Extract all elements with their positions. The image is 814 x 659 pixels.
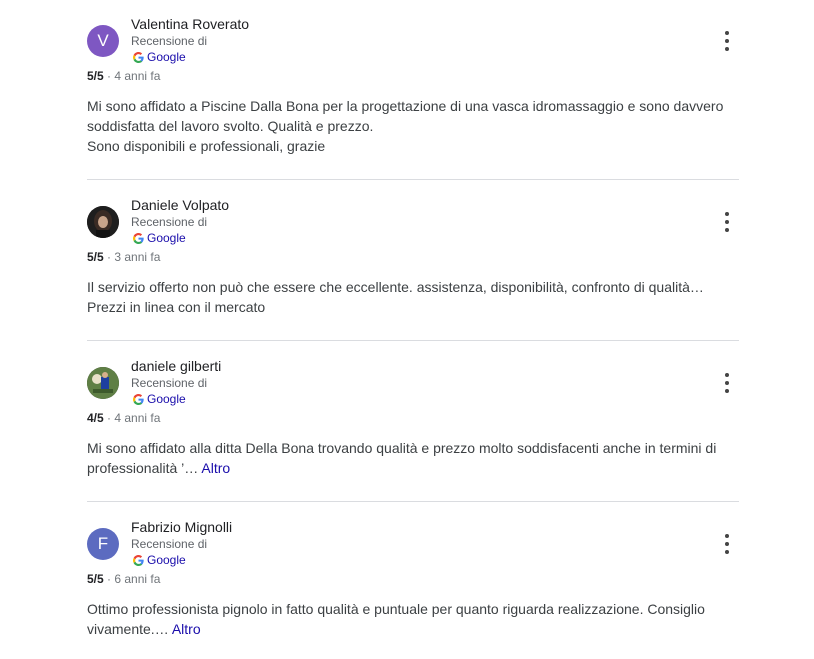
review-text-line: Ottimo professionista pignolo in fatto q… [87,601,705,617]
author-name[interactable]: Valentina Roverato [131,16,249,32]
avatar[interactable]: V [87,25,119,57]
review-source-label: Recensione di [131,34,208,48]
source-name: Google [147,50,186,64]
review-time: 6 anni fa [114,572,161,586]
review-source-label: Recensione di [131,215,208,229]
author-name[interactable]: Fabrizio Mignolli [131,519,232,535]
review-header: V Valentina Roverato Recensione di Google [87,16,739,68]
divider [87,340,739,341]
source-link[interactable]: Google [133,231,186,245]
rating: 5/5 [87,250,104,264]
review-meta: 4/5 · 4 anni fa [87,411,161,425]
google-g-icon [133,393,144,405]
avatar[interactable] [87,206,119,238]
google-g-icon [133,232,144,244]
avatar-initial: V [97,31,109,50]
source-link[interactable]: Google [133,50,186,64]
review-text-line: Mi sono affidato a Piscine Dalla Bona pe… [87,98,724,114]
review-header: Daniele Volpato Recensione di Google [87,197,739,249]
source-name: Google [147,231,186,245]
more-link[interactable]: Altro [201,460,230,476]
author-name[interactable]: daniele gilberti [131,358,221,374]
review-card: F Fabrizio Mignolli Recensione di Google 5/5… [87,519,739,637]
review-text: Ottimo professionista pignolo in fatto q… [87,599,737,639]
review-source-label: Recensione di [131,537,208,551]
review-text: Mi sono affidato a Piscine Dalla Bona pe… [87,96,737,156]
avatar[interactable] [87,367,119,399]
avatar-photo [87,206,119,238]
review-header: daniele gilberti Recensione di Google [87,358,739,410]
review-text-line: Il servizio offerto non può che essere c… [87,279,704,295]
more-vert-icon[interactable] [721,373,733,393]
divider [87,501,739,502]
more-vert-icon[interactable] [721,534,733,554]
review-card: V Valentina Roverato Recensione di Google 5/… [87,16,739,154]
more-vert-icon[interactable] [721,212,733,232]
source-link[interactable]: Google [133,553,186,567]
review-text-line: vivamente.… Altro [87,621,201,637]
review-text-line: Mi sono affidato alla ditta Della Bona t… [87,440,717,456]
review-text-line: Sono disponibili e professionali, grazie [87,138,326,154]
review-text-line: soddisfatta del lavoro svolto. Qualità e… [87,118,374,134]
divider [87,179,739,180]
review-meta: 5/5 · 3 anni fa [87,250,161,264]
review-source-label: Recensione di [131,376,208,390]
source-link[interactable]: Google [133,392,186,406]
rating: 5/5 [87,69,104,83]
rating: 5/5 [87,572,104,586]
review-header: F Fabrizio Mignolli Recensione di Google [87,519,739,571]
google-g-icon [133,51,144,63]
avatar-initial: F [97,534,109,553]
review-text-line: professionalità ’… Altro [87,460,231,476]
review-time: 4 anni fa [114,411,161,425]
review-meta: 5/5 · 4 anni fa [87,69,161,83]
avatar-photo [87,367,119,399]
review-card: daniele gilberti Recensione di Google 4/5 ·… [87,358,739,476]
review-time: 4 anni fa [114,69,161,83]
review-meta: 5/5 · 6 anni fa [87,572,161,586]
author-name[interactable]: Daniele Volpato [131,197,229,213]
avatar[interactable]: F [87,528,119,560]
google-g-icon [133,554,144,566]
more-link[interactable]: Altro [172,621,201,637]
source-name: Google [147,392,186,406]
review-text-line: Prezzi in linea con il mercato [87,299,266,315]
review-card: Daniele Volpato Recensione di Google 5/5 · … [87,197,739,315]
source-name: Google [147,553,186,567]
rating: 4/5 [87,411,104,425]
review-text: Il servizio offerto non può che essere c… [87,277,737,317]
review-time: 3 anni fa [114,250,161,264]
review-text: Mi sono affidato alla ditta Della Bona t… [87,438,737,478]
more-vert-icon[interactable] [721,31,733,51]
